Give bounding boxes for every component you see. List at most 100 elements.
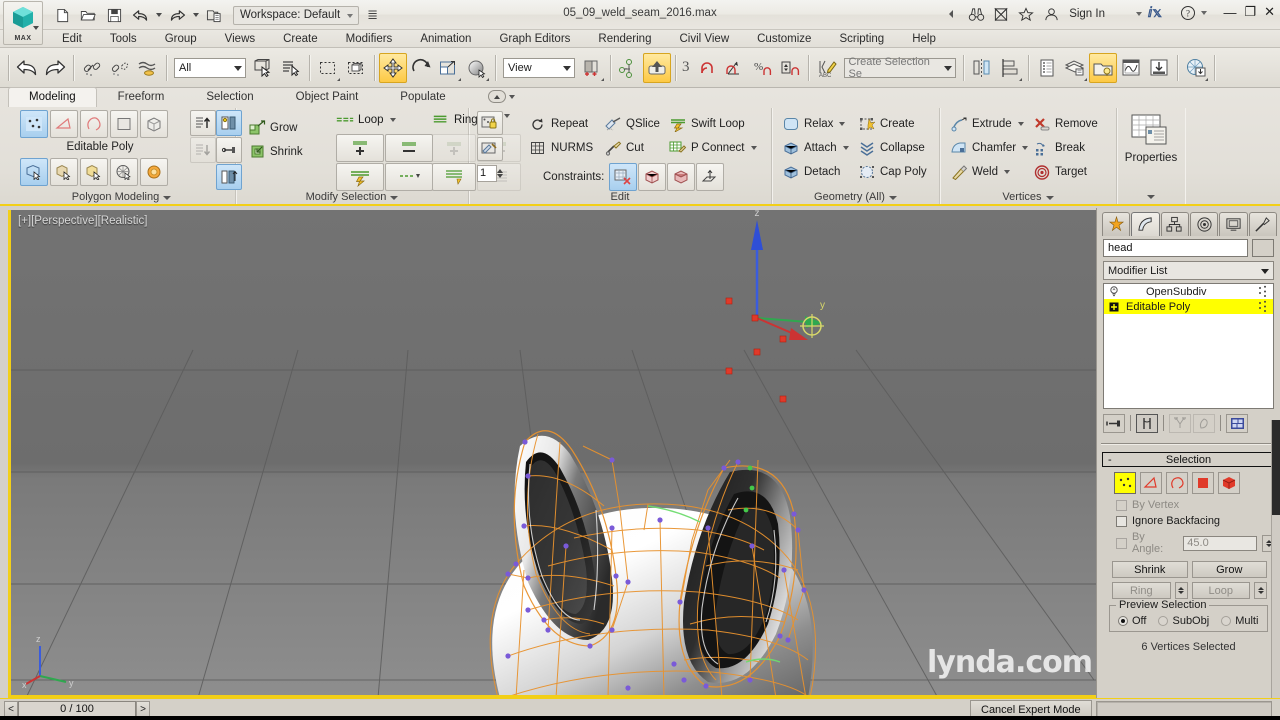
edit-lock-dropdown-icon[interactable] [504, 114, 510, 118]
panel-label-modify-selection[interactable]: Modify Selection [236, 191, 468, 203]
ribbon-minimize-icon[interactable] [488, 90, 506, 103]
by-vertex-row[interactable]: By Vertex [1102, 497, 1275, 513]
ring-button[interactable]: Ring [1112, 582, 1171, 599]
command-panel-scrollbar[interactable] [1271, 420, 1280, 698]
loop-button[interactable]: Loop [1191, 582, 1250, 599]
qslice-button[interactable]: QSlice [604, 112, 660, 136]
paint-connect-button[interactable]: P Connect [669, 136, 757, 160]
ignore-backfacing-checkbox[interactable] [1116, 515, 1127, 527]
cut-button[interactable]: Cut [604, 136, 660, 160]
create-button[interactable]: Create [858, 112, 927, 136]
loop-grow-icon[interactable] [336, 134, 384, 162]
named-selection-set-combo[interactable]: Create Selection Se [843, 56, 956, 80]
edit-named-selection-sets-icon[interactable]: ABC [813, 53, 841, 83]
close-button[interactable]: ✕ [1264, 4, 1275, 20]
autodesk-exchange-icon[interactable]: ⅈ𝕩 [1148, 5, 1162, 22]
modify-tab[interactable] [1131, 212, 1160, 236]
mirror-icon[interactable] [968, 53, 996, 83]
detach-button[interactable]: Detach [782, 160, 849, 184]
panel-label-polygon-modeling[interactable]: Polygon Modeling [8, 191, 235, 203]
menu-item-help[interactable]: Help [898, 30, 950, 48]
panel-label-vertices[interactable]: Vertices [940, 191, 1116, 203]
minimize-button[interactable]: — [1223, 5, 1236, 20]
constraint-edge-icon[interactable] [638, 163, 667, 191]
user-account-icon[interactable] [1042, 5, 1060, 23]
weld-button[interactable]: Weld [950, 160, 1028, 184]
select-and-place-icon[interactable] [463, 53, 491, 83]
sign-in-label[interactable]: Sign In [1069, 8, 1105, 20]
make-unique-icon[interactable] [1169, 413, 1191, 433]
align-icon[interactable] [996, 53, 1024, 83]
repeat-button[interactable]: Repeat [529, 112, 593, 136]
modifier-stack-item-editable-poly[interactable]: Editable Poly [1104, 299, 1273, 314]
show-end-result-icon[interactable] [1136, 413, 1158, 433]
paint-connect-dropdown-icon[interactable] [750, 146, 757, 150]
percent-snap-icon[interactable]: % [748, 53, 776, 83]
break-button[interactable]: Break [1033, 136, 1098, 160]
viewport-canvas[interactable]: z y [+][Perspective][Realistic] z y x ly… [8, 210, 1096, 698]
subobject-border-icon[interactable] [80, 110, 108, 138]
menu-item-animation[interactable]: Animation [406, 30, 485, 48]
menu-item-views[interactable]: Views [211, 30, 269, 48]
edit-lock-icon[interactable] [477, 111, 503, 135]
select-and-scale-icon[interactable] [435, 53, 463, 83]
preview-off-radio-row[interactable]: Off [1118, 615, 1146, 627]
help-icon[interactable]: ? [1180, 5, 1196, 21]
constraint-none-icon[interactable] [609, 163, 638, 191]
search-binoculars-icon[interactable] [967, 5, 985, 23]
menu-item-graph-editors[interactable]: Graph Editors [485, 30, 584, 48]
modifier-stack-item-opensubdiv[interactable]: OpenSubdiv [1104, 284, 1273, 299]
render-frame-window-icon[interactable] [1145, 53, 1173, 83]
select-and-rotate-icon[interactable] [407, 53, 435, 83]
panel-label-geometry-all[interactable]: Geometry (All) [772, 191, 939, 203]
constraint-normal-icon[interactable] [696, 163, 725, 191]
menu-item-scripting[interactable]: Scripting [825, 30, 898, 48]
use-pivot-center-icon[interactable] [578, 53, 606, 83]
loop-label[interactable]: Loop [358, 114, 384, 126]
preview-multi-radio-row[interactable]: Multi [1221, 615, 1258, 627]
make-planar-icon[interactable] [110, 158, 138, 186]
select-link-icon[interactable] [78, 53, 106, 83]
grow-button[interactable]: Grow [248, 116, 303, 140]
reference-coordinate-combo[interactable]: View [503, 57, 575, 78]
bind-space-warp-icon[interactable] [134, 53, 162, 83]
next-frame-button[interactable]: > [136, 701, 150, 717]
create-tab[interactable] [1102, 212, 1131, 236]
edit-repeat-count-spinner[interactable] [497, 164, 508, 182]
preview-subobj-radio[interactable] [1158, 616, 1169, 626]
preview-off-radio[interactable] [1118, 616, 1128, 626]
swift-loop-button[interactable]: Swift Loop [669, 112, 757, 136]
layer-explorer-icon[interactable] [1033, 53, 1061, 83]
extrude-button[interactable]: Extrude [950, 112, 1028, 136]
snaps-toggle-icon[interactable] [643, 52, 671, 83]
selection-border-icon[interactable] [1166, 472, 1188, 494]
paint-deform-icon[interactable] [477, 137, 503, 161]
undo-icon[interactable] [13, 53, 41, 83]
angle-snap-toggle-icon[interactable] [720, 53, 748, 83]
modifier-stack[interactable]: OpenSubdiv Editable Poly [1103, 283, 1274, 409]
redo-icon[interactable] [41, 53, 69, 83]
rollup-collapse-icon[interactable]: - [1108, 454, 1112, 466]
tab-modeling[interactable]: Modeling [8, 87, 97, 107]
exchange-dropdown-icon[interactable] [1135, 10, 1143, 18]
target-weld-button[interactable]: Target [1033, 160, 1098, 184]
max-application-button[interactable]: MAX [3, 1, 43, 45]
pin-stack-icon[interactable] [1103, 413, 1125, 433]
subobject-edge-icon[interactable] [50, 110, 78, 138]
menu-item-group[interactable]: Group [151, 30, 211, 48]
generate-topology-icon[interactable] [20, 158, 48, 186]
repeat-last-icon[interactable] [50, 158, 78, 186]
plus-box-icon[interactable] [1108, 302, 1120, 312]
tab-freeform[interactable]: Freeform [97, 87, 186, 107]
viewport-label[interactable]: [+][Perspective][Realistic] [18, 215, 147, 227]
select-and-manipulate-icon[interactable] [615, 53, 643, 83]
shrink-button[interactable]: Shrink [248, 140, 303, 164]
demote-subobject-down-icon[interactable] [190, 137, 216, 163]
relax-button[interactable]: Relax [782, 112, 849, 136]
by-angle-checkbox[interactable] [1116, 537, 1127, 549]
menu-item-customize[interactable]: Customize [743, 30, 825, 48]
ribbon-minimize-dropdown-icon[interactable] [509, 94, 515, 99]
spinner-snap-icon[interactable] [776, 53, 804, 83]
ring-spinner[interactable] [1174, 582, 1188, 599]
window-crossing-icon[interactable] [342, 53, 370, 83]
